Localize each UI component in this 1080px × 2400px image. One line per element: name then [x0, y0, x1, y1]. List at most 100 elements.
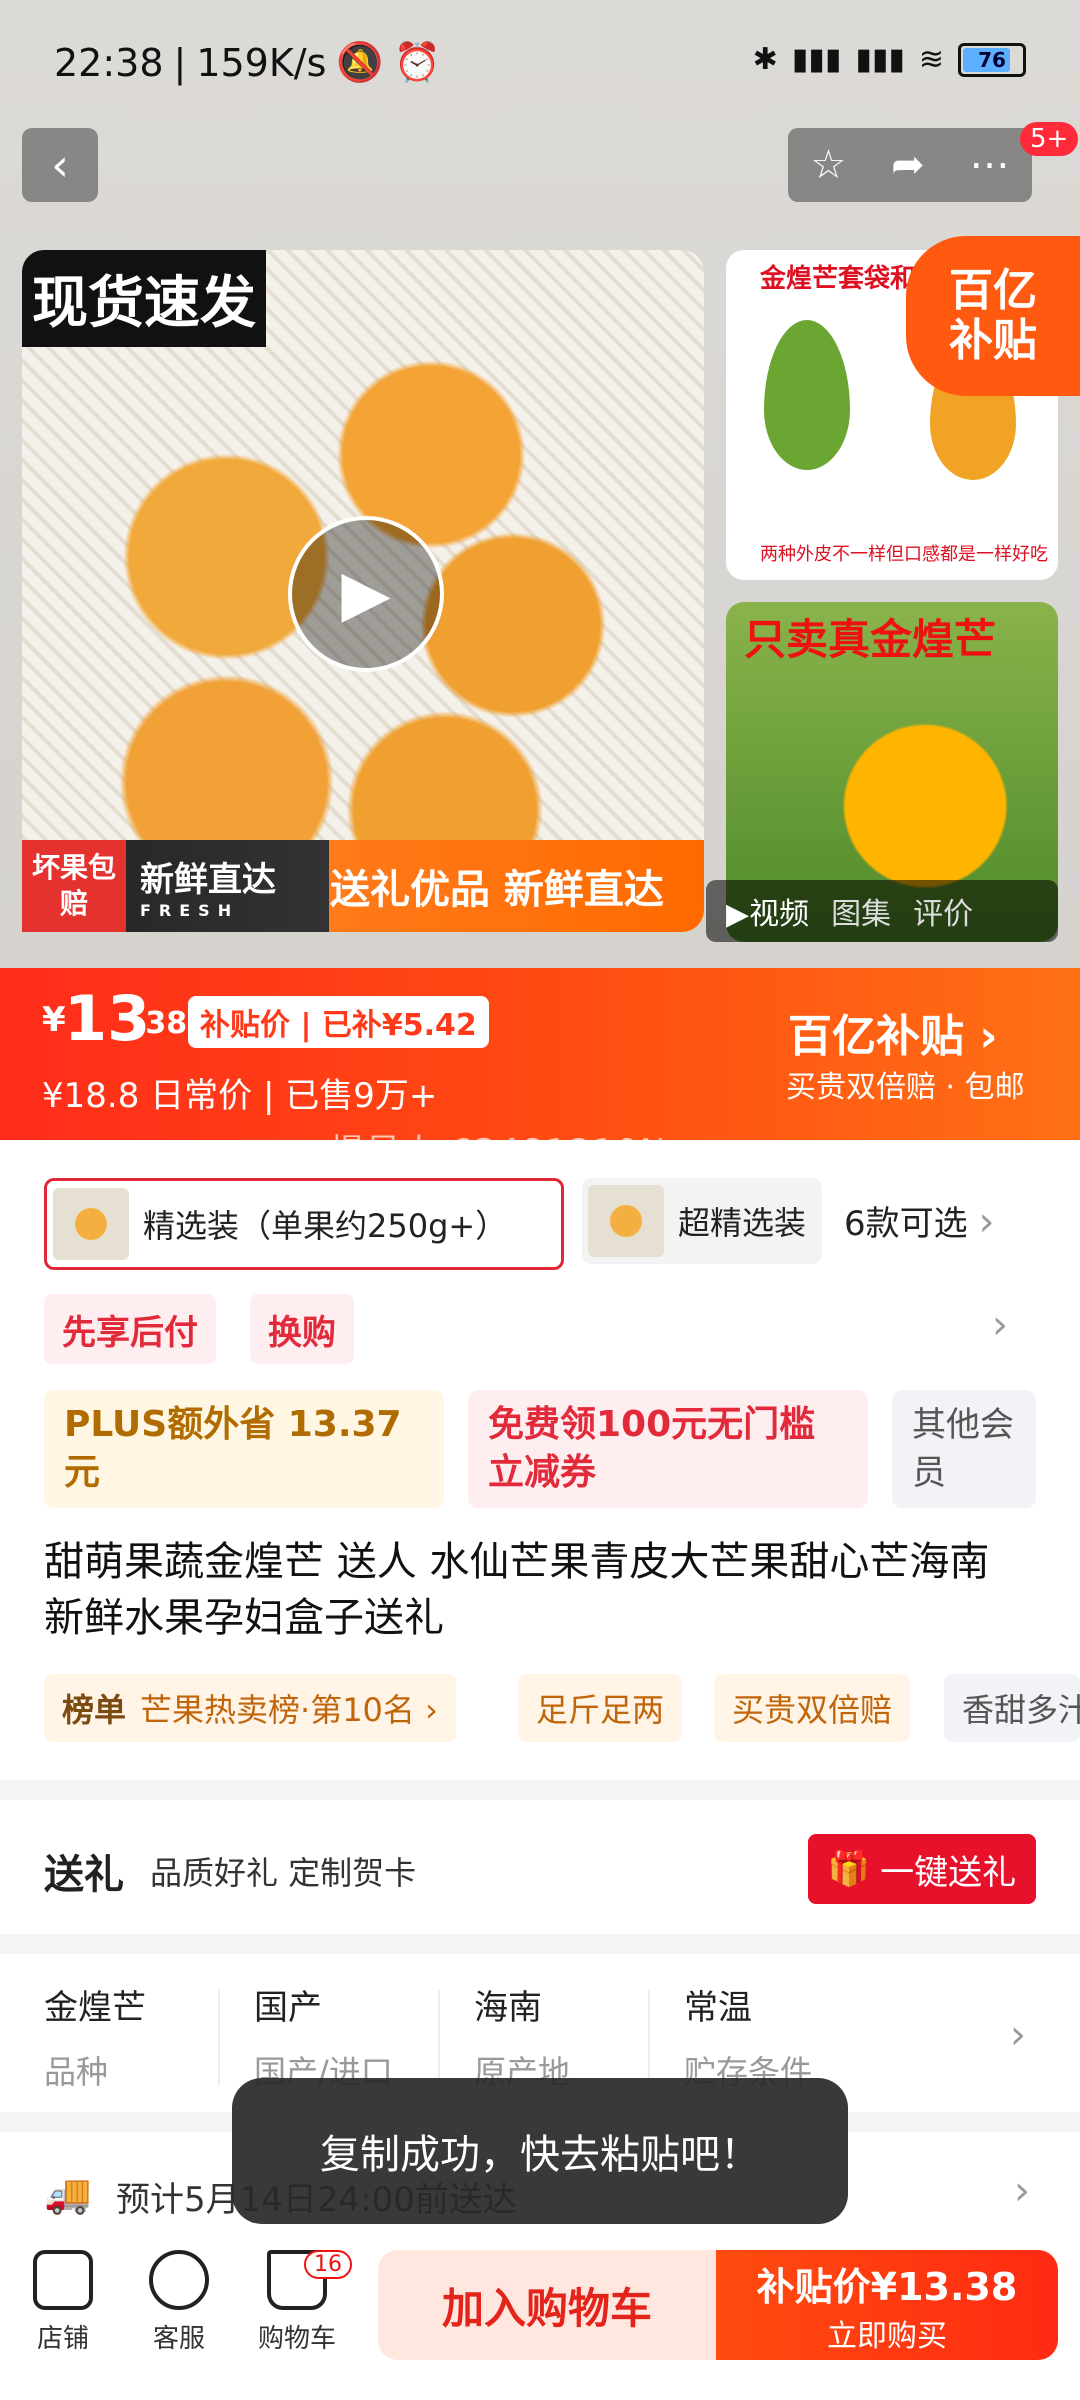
daily-price: ¥18.8 日常价 | 已售9万+: [42, 1076, 438, 1116]
attr-value: 常温: [684, 1988, 752, 2028]
variant-count-text: 6款可选: [844, 1204, 968, 1244]
in-stock-tag: 现货速发: [22, 250, 266, 347]
play-icon[interactable]: ▶: [288, 516, 444, 672]
truck-icon: 🚚: [44, 2172, 92, 2216]
variant-label: 精选装（单果约250g+）: [143, 1207, 508, 1245]
battery-icon: 76: [958, 42, 1026, 77]
status-bar: 22:38 | 159K/s 🔕 ⏰ ✱ ▮▮▮ ▮▮▮ ≋ 76: [0, 0, 1080, 126]
feature-chip-guarantee: 买贵双倍赔: [714, 1674, 911, 1742]
attr-origin: 海南 原产地: [474, 1980, 654, 2093]
other-member[interactable]: 其他会员: [892, 1390, 1036, 1508]
subsidy-price-pill: 补贴价 | 已补¥5.42: [188, 996, 489, 1048]
variant-thumbnail-2: [588, 1185, 664, 1257]
subsidy-corner-line1: 百亿: [949, 265, 1037, 316]
chevron-right-icon[interactable]: ›: [992, 1302, 1008, 1348]
send-gift-button[interactable]: 🎁 一键送礼: [808, 1834, 1036, 1904]
product-title: 甜萌果蔬金煌芒 送人 水仙芒果青皮大芒果甜心芒海南新鲜水果孕妇盒子送礼: [44, 1539, 990, 1641]
attr-variety: 金煌芒 品种: [44, 1980, 224, 2093]
free-coupon-text: 免费领100元无门槛立减券: [488, 1404, 816, 1493]
pay-later-tag[interactable]: 先享后付: [44, 1294, 216, 1364]
side-image-note: 两种外皮不一样但口感都是一样好吃: [760, 544, 1048, 565]
price-decimal: .38: [134, 1006, 188, 1041]
tab-video[interactable]: ▶视频: [726, 889, 809, 933]
other-member-text: 其他会员: [912, 1405, 1014, 1493]
free-coupon[interactable]: 免费领100元无门槛立减券: [468, 1390, 868, 1508]
fresh-label: 新鲜直达 FRESH: [126, 852, 310, 920]
share-icon[interactable]: ➦: [891, 142, 925, 188]
exchange-tag[interactable]: 换购: [250, 1294, 354, 1364]
status-right: ✱ ▮▮▮ ▮▮▮ ≋ 76: [753, 42, 1026, 77]
attr-key: 品种: [44, 2053, 109, 2091]
send-gift-label: 一键送礼: [880, 1852, 1017, 1893]
feature-chip-taste: 香甜多汁: [944, 1674, 1080, 1742]
star-icon[interactable]: ☆: [810, 142, 846, 188]
back-button[interactable]: ‹: [22, 128, 98, 202]
gift-description: 品质好礼 定制贺卡: [150, 1854, 417, 1892]
alarm-icon: ⏰: [393, 40, 442, 84]
wifi-icon: ≋: [918, 42, 944, 77]
more-icon[interactable]: ⋯: [970, 142, 1010, 188]
price-currency: ¥: [42, 1000, 66, 1040]
variant-label-2: 超精选装: [678, 1204, 807, 1242]
notification-badge: 5+: [1020, 122, 1079, 156]
billion-subsidy-brand[interactable]: 百亿补贴 ›: [788, 1000, 997, 1064]
bluetooth-icon: ✱: [752, 42, 778, 77]
tab-reviews[interactable]: 评价: [913, 889, 973, 933]
attr-storage: 常温 贮存条件: [684, 1980, 864, 2093]
bad-fruit-guarantee: 坏果包赔: [22, 840, 126, 932]
status-separator: |: [173, 40, 187, 85]
tab-gallery[interactable]: 图集: [831, 889, 891, 933]
buy-now-price: 补贴价¥13.38: [756, 2264, 1018, 2309]
buy-now-label: 立即购买: [827, 2318, 947, 2354]
divider: [438, 1990, 440, 2086]
feature-chip-weight: 足斤足两: [518, 1674, 683, 1742]
attr-value: 海南: [474, 1988, 542, 2028]
rank-text: 芒果热卖榜·第10名 ›: [140, 1691, 438, 1729]
chevron-right-icon: ›: [1014, 2168, 1030, 2214]
network-speed: 159K/s: [196, 40, 327, 85]
nav-shop[interactable]: 店铺: [8, 2250, 118, 2355]
fresh-en: FRESH: [140, 901, 240, 920]
nav-service[interactable]: 客服: [124, 2250, 234, 2355]
plus-coupon-text: PLUS额外省 13.37元: [64, 1404, 402, 1493]
top-action-group: ☆ ➦ ⋯: [788, 128, 1032, 202]
plus-coupon[interactable]: PLUS额外省 13.37元: [44, 1390, 444, 1508]
rank-label: 榜单: [62, 1691, 127, 1729]
shop-icon: [33, 2250, 93, 2310]
rank-chip[interactable]: 榜单 芒果热卖榜·第10名 ›: [44, 1674, 456, 1742]
signal-icon-2: ▮▮▮: [855, 42, 905, 77]
divider: [648, 1990, 650, 2086]
subsidy-corner-line2: 补贴: [949, 315, 1037, 366]
variant-thumbnail: [53, 1188, 129, 1260]
buy-now-button[interactable]: 补贴价¥13.38 立即购买: [716, 2250, 1058, 2360]
gift-title: 送礼: [44, 1852, 124, 1898]
nav-service-label: 客服: [152, 2324, 205, 2354]
gift-slogan: 送礼优品 新鲜直达: [330, 867, 664, 913]
attr-value: 国产: [254, 1988, 322, 2028]
chevron-right-icon: ›: [1010, 2012, 1026, 2058]
nav-cart-label: 购物车: [257, 2324, 336, 2354]
nav-shop-label: 店铺: [36, 2324, 89, 2354]
cart-count-badge: 16: [304, 2250, 352, 2279]
gift-icon: 🎁: [827, 1849, 871, 1889]
promo-strip: 坏果包赔 新鲜直达 FRESH 送礼优品 新鲜直达: [22, 840, 704, 932]
variant-selected[interactable]: 精选装（单果约250g+）: [44, 1178, 564, 1270]
fresh-text: 新鲜直达: [140, 860, 276, 900]
attr-value: 金煌芒: [44, 1988, 146, 2028]
variant-count[interactable]: 6款可选 ›: [844, 1196, 994, 1245]
brand-guarantee: 买贵双倍赔 · 包邮: [786, 1070, 1025, 1105]
real-mango-title: 只卖真金煌芒: [744, 615, 997, 664]
attr-origin-type: 国产 国产/进口: [254, 1980, 434, 2093]
copy-success-toast: 复制成功，快去粘贴吧！: [232, 2078, 848, 2224]
divider: [218, 1990, 220, 2086]
chevron-right-icon: ›: [978, 1199, 995, 1245]
variant-other[interactable]: 超精选装: [582, 1178, 822, 1264]
customer-service-icon: [149, 2250, 209, 2310]
chevron-left-icon: ‹: [51, 139, 69, 191]
subsidy-corner-badge: 百亿 补贴: [906, 236, 1080, 396]
mute-icon: 🔕: [336, 40, 384, 84]
status-time: 22:38: [54, 40, 164, 85]
status-left: 22:38 | 159K/s 🔕 ⏰: [54, 40, 441, 85]
add-to-cart-button[interactable]: 加入购物车: [378, 2250, 716, 2360]
signal-icon: ▮▮▮: [791, 42, 842, 77]
